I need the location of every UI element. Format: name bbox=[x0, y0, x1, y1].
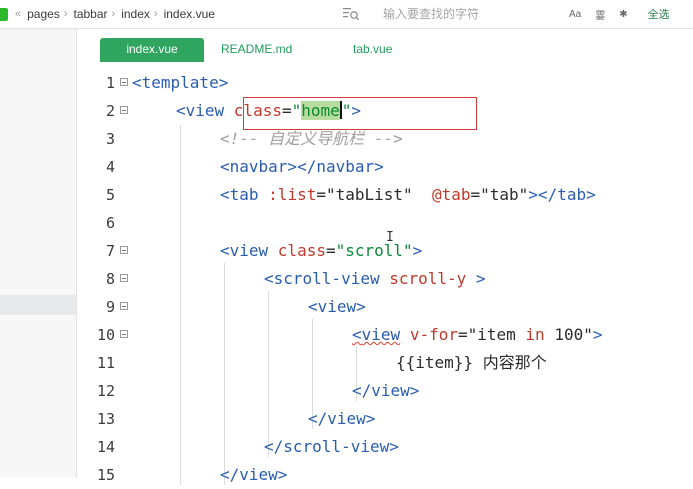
code-line: 8 <scroll-view scroll-y > bbox=[77, 265, 693, 293]
code-text: </view> bbox=[308, 409, 376, 428]
code-text: {{item}} 内容那个 bbox=[396, 353, 547, 372]
fold-icon[interactable] bbox=[120, 246, 128, 254]
fold-icon[interactable] bbox=[120, 106, 128, 114]
tab-index-vue[interactable]: index.vue bbox=[100, 38, 204, 60]
breadcrumb-item-pages[interactable]: pages bbox=[27, 7, 60, 21]
code-text: <template> bbox=[132, 73, 229, 92]
code-text: </view> bbox=[352, 381, 420, 400]
line-number: 7 bbox=[105, 242, 115, 260]
tab-tab-vue[interactable]: tab.vue bbox=[353, 38, 392, 60]
top-bar: « pages › tabbar › index › index.vue Aa … bbox=[0, 0, 693, 29]
whole-word-toggle[interactable]: 霎 bbox=[595, 7, 605, 22]
fold-icon[interactable] bbox=[120, 78, 128, 86]
regex-toggle[interactable]: ✱ bbox=[619, 9, 627, 20]
line-number: 8 bbox=[105, 270, 115, 288]
code-text: </view> bbox=[220, 465, 288, 484]
chevron-double-left-icon[interactable]: « bbox=[15, 8, 21, 20]
code-text: <tab :list="tabList" @tab="tab"></tab> bbox=[220, 185, 596, 204]
line-number: 15 bbox=[96, 466, 115, 484]
code-line: 15 </view> bbox=[77, 461, 693, 489]
code-line: 12 </view> bbox=[77, 377, 693, 405]
project-icon bbox=[0, 7, 8, 21]
code-line: 5 <tab :list="tabList" @tab="tab"></tab> bbox=[77, 181, 693, 209]
line-number: 9 bbox=[105, 298, 115, 316]
sidebar-divider bbox=[0, 29, 76, 30]
sidebar-selected-row[interactable] bbox=[0, 295, 76, 315]
code-line: 10 <view v-for="item in 100"> bbox=[77, 321, 693, 349]
chevron-right-icon: › bbox=[63, 8, 68, 20]
code-line: 2 <view class="home "> bbox=[77, 97, 693, 125]
code-line: 4 <navbar></navbar> bbox=[77, 153, 693, 181]
fold-icon[interactable] bbox=[120, 302, 128, 310]
line-number: 14 bbox=[96, 438, 115, 456]
code-comment: <!-- 自定义导航栏 --> bbox=[220, 129, 403, 148]
code-text: <navbar></navbar> bbox=[220, 157, 384, 176]
active-tab-indicator bbox=[100, 60, 204, 62]
code-text: <view class="home "> bbox=[176, 101, 362, 120]
code-text: <scroll-view scroll-y > bbox=[264, 269, 486, 288]
line-number: 12 bbox=[96, 382, 115, 400]
find-bar: Aa 霎 ✱ 全选 bbox=[343, 3, 693, 25]
editor-tabs: index.vue README.md tab.vue bbox=[77, 29, 693, 66]
line-number: 6 bbox=[105, 214, 115, 232]
code-line: 13 </view> bbox=[77, 405, 693, 433]
breadcrumb: « pages › tabbar › index › index.vue bbox=[0, 0, 215, 28]
line-number: 1 bbox=[105, 74, 115, 92]
select-all-button[interactable]: 全选 bbox=[648, 6, 670, 22]
code-line: 14 </scroll-view> bbox=[77, 433, 693, 461]
code-editor: index.vue README.md tab.vue 1 <template>… bbox=[77, 29, 693, 485]
tab-readme-md[interactable]: README.md bbox=[221, 38, 292, 60]
code-line: 6 bbox=[77, 209, 693, 237]
line-number: 3 bbox=[105, 130, 115, 148]
file-explorer-sidebar bbox=[0, 29, 77, 478]
search-match-highlight: home bbox=[301, 101, 340, 120]
line-number: 11 bbox=[96, 354, 115, 372]
find-input[interactable] bbox=[381, 6, 555, 22]
code-line: 7 <view class="scroll"> bbox=[77, 237, 693, 265]
line-number: 2 bbox=[105, 102, 115, 120]
chevron-right-icon: › bbox=[111, 8, 116, 20]
line-number: 5 bbox=[105, 186, 115, 204]
line-number: 13 bbox=[96, 410, 115, 428]
code-line: 9 <view> bbox=[77, 293, 693, 321]
breadcrumb-item-tabbar[interactable]: tabbar bbox=[74, 7, 108, 21]
code-text: <view> bbox=[308, 297, 366, 316]
breadcrumb-item-index[interactable]: index bbox=[121, 7, 150, 21]
code-text: </scroll-view> bbox=[264, 437, 399, 456]
code-line: 1 <template> bbox=[77, 69, 693, 97]
chevron-right-icon: › bbox=[153, 8, 158, 20]
line-number: 4 bbox=[105, 158, 115, 176]
fold-icon[interactable] bbox=[120, 330, 128, 338]
mouse-ibeam-cursor-icon: I bbox=[386, 230, 394, 245]
code-text: <view v-for="item in 100"> bbox=[352, 325, 603, 344]
code-line: 11 {{item}} 内容那个 bbox=[77, 349, 693, 377]
code-line: 3 <!-- 自定义导航栏 --> bbox=[77, 125, 693, 153]
line-number: 10 bbox=[96, 326, 115, 344]
breadcrumb-item-file[interactable]: index.vue bbox=[164, 7, 215, 21]
match-case-toggle[interactable]: Aa bbox=[569, 9, 581, 20]
find-icon[interactable] bbox=[343, 7, 359, 21]
fold-icon[interactable] bbox=[120, 274, 128, 282]
